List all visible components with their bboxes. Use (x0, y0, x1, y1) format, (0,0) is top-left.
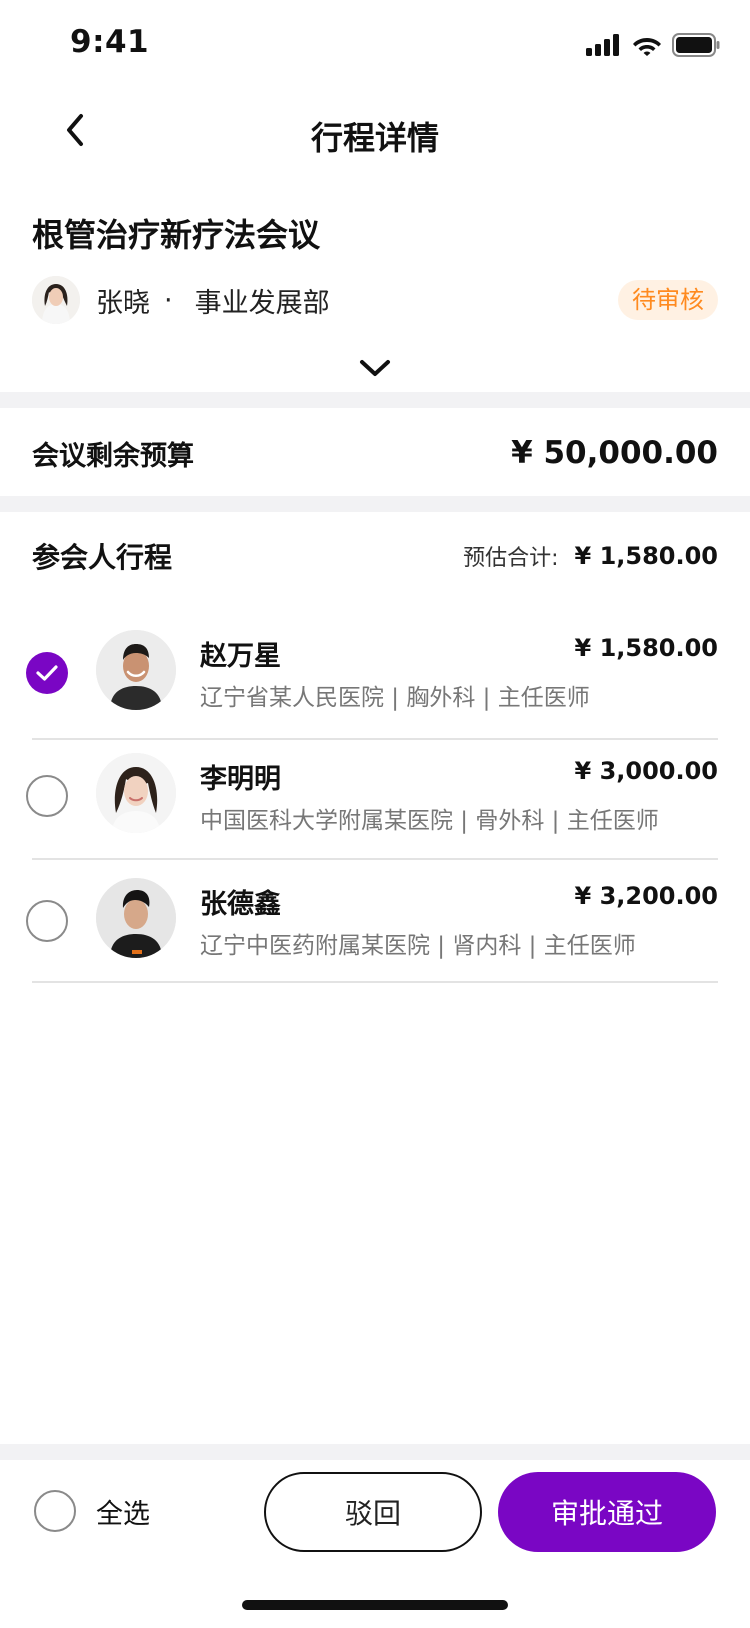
attendee-description: 中国医科大学附属某医院 | 骨外科 | 主任医师 (200, 808, 659, 834)
bottom-action-bar: 全选 驳回 审批通过 (0, 1460, 750, 1570)
attendee-name: 赵万星 (200, 641, 281, 672)
attendee-description: 辽宁中医药附属某医院 | 肾内科 | 主任医师 (200, 933, 636, 959)
owner-department: 事业发展部 (194, 287, 330, 319)
attendee-avatar (96, 878, 176, 958)
budget-label: 会议剩余预算 (32, 440, 194, 472)
budget-row: 会议剩余预算 ¥ 50,000.00 (32, 408, 718, 498)
owner-avatar (32, 276, 80, 324)
attendee-checkbox[interactable] (26, 900, 68, 942)
bottom-divider (0, 1444, 750, 1460)
chevron-down-icon (360, 360, 390, 376)
estimate-label: 预估合计: (463, 546, 559, 571)
attendee-list: 赵万星 辽宁省某人民医院 | 胸外科 | 主任医师 ¥ 1,580.00 李明明… (0, 612, 750, 983)
status-icons (586, 30, 720, 60)
attendee-name: 李明明 (200, 764, 281, 795)
approve-button[interactable]: 审批通过 (498, 1472, 716, 1552)
nav-bar: 行程详情 (0, 95, 750, 175)
attendee-row[interactable]: 张德鑫 辽宁中医药附属某医院 | 肾内科 | 主任医师 ¥ 3,200.00 (26, 860, 718, 983)
attendee-avatar (96, 753, 176, 833)
estimate-value: ¥ 1,580.00 (574, 542, 718, 570)
attendee-row[interactable]: 李明明 中国医科大学附属某医院 | 骨外科 | 主任医师 ¥ 3,000.00 (26, 735, 718, 860)
owner-separator: · (164, 284, 173, 316)
attendee-name: 张德鑫 (200, 889, 281, 920)
status-time: 9:41 (70, 24, 150, 60)
signal-icon (586, 34, 619, 56)
page-title: 行程详情 (310, 119, 439, 157)
attendee-price: ¥ 3,200.00 (574, 882, 718, 910)
select-all-label: 全选 (96, 1498, 150, 1530)
budget-value: ¥ 50,000.00 (511, 435, 718, 471)
expand-button[interactable] (350, 350, 400, 386)
attendee-price: ¥ 1,580.00 (574, 634, 718, 662)
attendee-price: ¥ 3,000.00 (574, 757, 718, 785)
section-divider (0, 392, 750, 408)
owner-row: 张晓 · 事业发展部 待审核 (32, 276, 718, 324)
attendee-avatar (96, 630, 176, 710)
attendee-section-header: 参会人行程 预估合计: ¥ 1,580.00 (32, 528, 718, 584)
status-bar: 9:41 (0, 0, 750, 90)
status-badge: 待审核 (618, 280, 718, 320)
attendee-description: 辽宁省某人民医院 | 胸外科 | 主任医师 (200, 685, 590, 711)
trip-detail-screen: 9:41 行程详情 根管治疗新疗法会议 张晓 · 事业发展部 待审核 会议剩余预… (0, 0, 750, 1628)
checkmark-icon (36, 665, 58, 681)
section-title: 参会人行程 (32, 541, 173, 574)
attendee-checkbox[interactable] (26, 775, 68, 817)
attendee-row[interactable]: 赵万星 辽宁省某人民医院 | 胸外科 | 主任医师 ¥ 1,580.00 (26, 612, 718, 740)
battery-icon (672, 33, 720, 57)
meeting-title: 根管治疗新疗法会议 (32, 216, 321, 254)
select-all-checkbox[interactable] (34, 1490, 76, 1532)
select-all-control[interactable]: 全选 (34, 1490, 150, 1532)
reject-button[interactable]: 驳回 (264, 1472, 482, 1552)
home-indicator (242, 1600, 508, 1610)
section-divider (0, 496, 750, 512)
owner-name: 张晓 (96, 287, 150, 319)
wifi-icon (633, 38, 661, 56)
attendee-checkbox[interactable] (26, 652, 68, 694)
